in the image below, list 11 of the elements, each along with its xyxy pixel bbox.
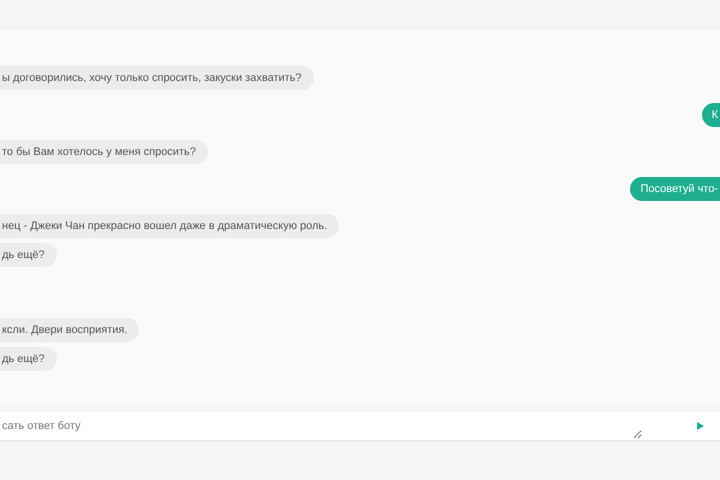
send-icon	[696, 422, 704, 430]
bot-message: ы договорились, хочу только спросить, закуски захватить?	[0, 66, 314, 90]
bot-message: то бы Вам хотелось у меня спросить?	[0, 140, 208, 164]
composer-bar[interactable]: сать ответ боту	[0, 412, 720, 440]
reply-field[interactable]: сать ответ боту	[0, 413, 642, 439]
user-message: Посоветуй что-	[630, 177, 720, 201]
user-message: К	[702, 103, 720, 127]
bot-message: дь ещё?	[0, 243, 57, 267]
bot-message: ксли. Двери восприятия.	[0, 318, 140, 342]
bot-message: нец - Джеки Чан прекрасно вошел даже в драматическую роль.	[0, 214, 340, 238]
bot-message: дь ещё?	[0, 347, 57, 371]
